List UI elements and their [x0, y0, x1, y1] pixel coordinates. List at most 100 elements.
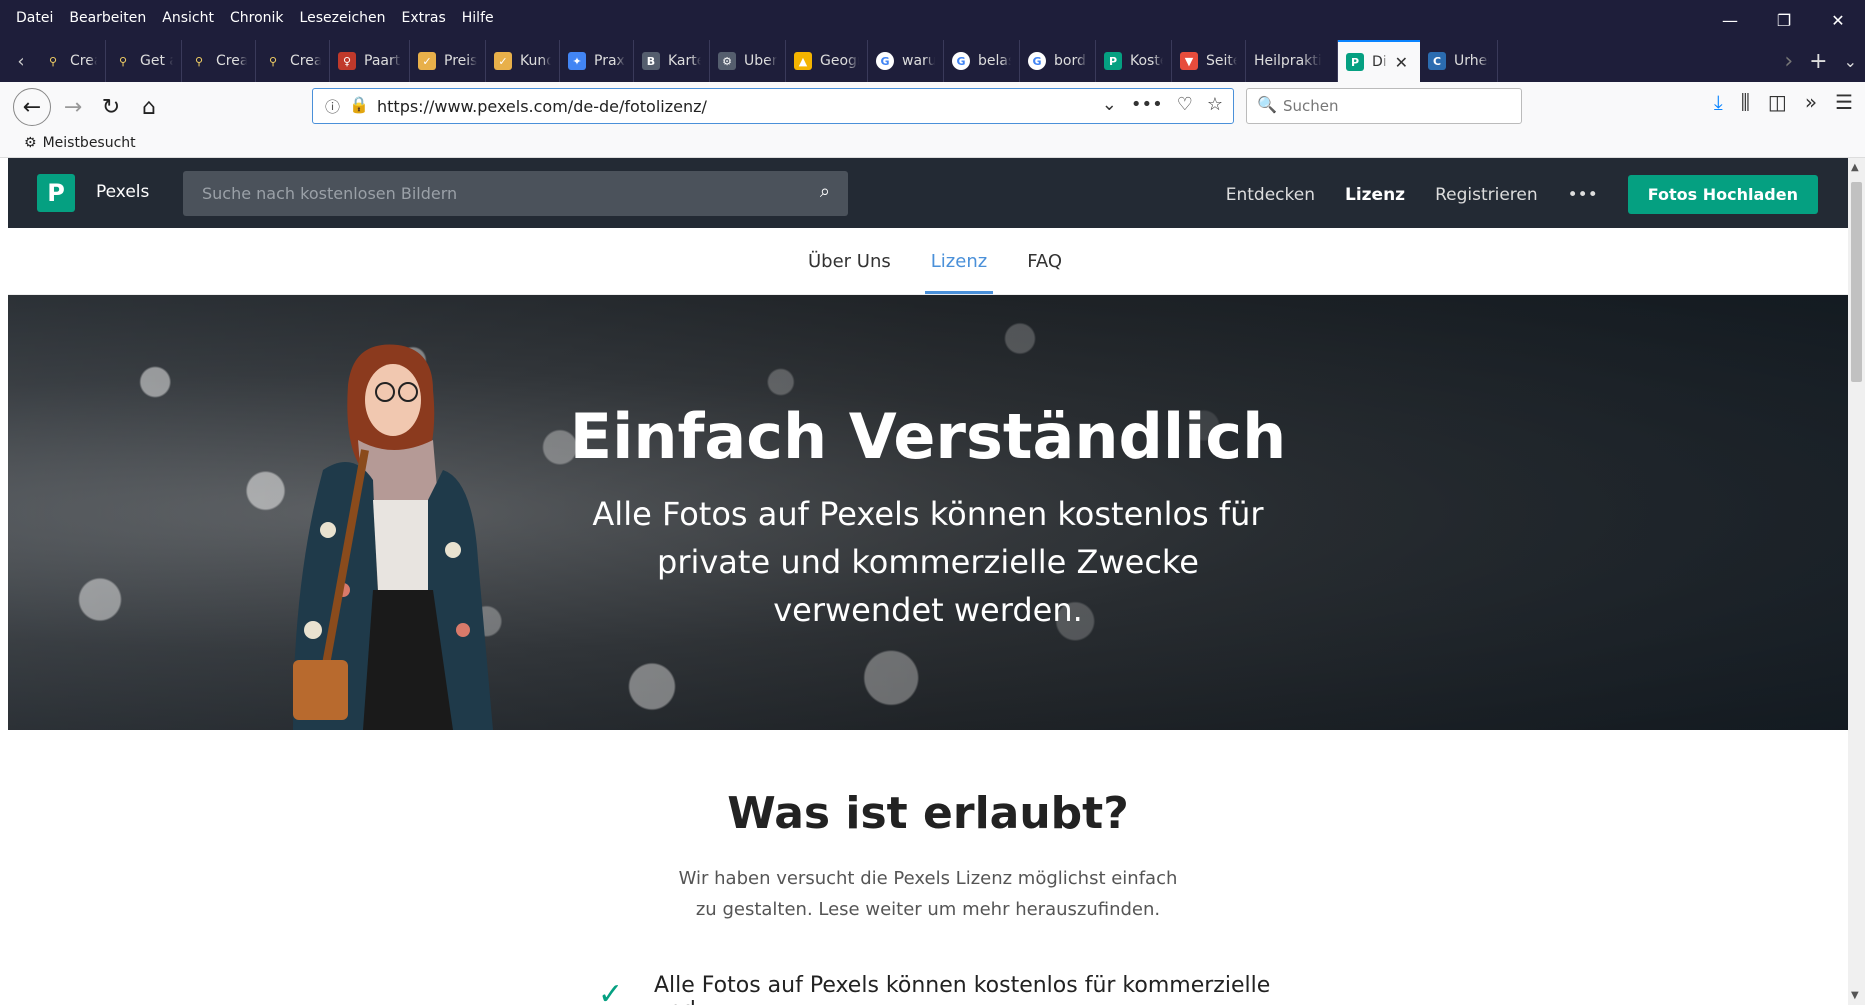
tab-title: Preise: [444, 53, 477, 69]
tab-9[interactable]: ⚙ Überb: [710, 40, 786, 82]
tab-title: Urheb: [1454, 53, 1489, 69]
check-square-icon: ✓: [418, 52, 436, 70]
portrait-icon: ♀: [338, 52, 356, 70]
close-tab-icon[interactable]: ✕: [1395, 53, 1408, 72]
tab-12[interactable]: Gbelast: [944, 40, 1020, 82]
menu-lesezeichen[interactable]: Lesezeichen: [300, 10, 386, 26]
sidebar-icon[interactable]: ◫: [1768, 90, 1787, 114]
hero-subtitle: Alle Fotos auf Pexels können kostenlos f…: [592, 495, 1264, 629]
tab-14[interactable]: P Koster: [1096, 40, 1172, 82]
nav-license[interactable]: Lizenz: [1345, 185, 1405, 205]
tab-title: Karte: [668, 53, 701, 69]
tab-0[interactable]: ⚲ Creati: [36, 40, 106, 82]
scrollbar-thumb[interactable]: [1851, 182, 1862, 382]
forward-icon[interactable]: →: [56, 90, 90, 124]
tab-11[interactable]: Gwarum: [868, 40, 944, 82]
download-icon[interactable]: ⤓: [1714, 90, 1723, 114]
menu-ansicht[interactable]: Ansicht: [162, 10, 214, 26]
tab-1[interactable]: ⚲ Get a: [106, 40, 182, 82]
tab-title: Paarth: [364, 53, 401, 69]
navigation-toolbar: ← → ↻ ⌂ ⓘ 🔒 https://www.pexels.com/de-de…: [0, 82, 1865, 132]
pexels-logo[interactable]: P: [37, 174, 75, 212]
tab-scroll-left-icon[interactable]: ‹: [8, 48, 34, 74]
tab-title: Di: [1372, 54, 1387, 70]
tab-18[interactable]: C Urheb: [1420, 40, 1498, 82]
tab-8[interactable]: B Karte: [634, 40, 710, 82]
nav-discover[interactable]: Entdecken: [1226, 185, 1315, 205]
tab-about[interactable]: Über Uns: [808, 251, 891, 272]
library-icon[interactable]: ⫼: [1741, 90, 1750, 114]
home-icon[interactable]: ⌂: [132, 90, 166, 124]
menu-hilfe[interactable]: Hilfe: [462, 10, 494, 26]
info-icon[interactable]: ⓘ: [325, 96, 340, 117]
tab-13[interactable]: Gborde: [1020, 40, 1096, 82]
gear-icon: ⚙: [24, 135, 37, 151]
tab-title: Koster: [1130, 53, 1163, 69]
bookmark-star-icon[interactable]: ☆: [1207, 94, 1223, 115]
tab-faq[interactable]: FAQ: [1027, 251, 1062, 272]
tab-15[interactable]: ▼ Seite: [1172, 40, 1246, 82]
tab-list-dropdown-icon[interactable]: ⌄: [1844, 52, 1857, 71]
tab-4[interactable]: ♀ Paarth: [330, 40, 410, 82]
page-scrollbar[interactable]: ▲ ▼: [1848, 158, 1865, 1005]
new-tab-icon[interactable]: +: [1809, 49, 1827, 74]
tab-3[interactable]: ⚲ Creati: [256, 40, 330, 82]
scroll-up-icon[interactable]: ▲: [1851, 162, 1859, 173]
tab-title: belast: [978, 53, 1011, 69]
tab-7[interactable]: ✦ Praxis: [560, 40, 634, 82]
bookmark-most-visited[interactable]: ⚙ Meistbesucht: [24, 135, 136, 151]
reload-icon[interactable]: ↻: [94, 90, 128, 124]
url-dropdown-icon[interactable]: ⌄: [1102, 94, 1117, 115]
maps-icon: ✦: [568, 52, 586, 70]
tab-scroll-right-icon[interactable]: ›: [1784, 49, 1793, 74]
menu-items: Datei Bearbeiten Ansicht Chronik Lesezei…: [16, 10, 494, 26]
tab-17[interactable]: P Di ✕: [1338, 40, 1420, 82]
hamburger-menu-icon[interactable]: ☰: [1835, 90, 1853, 114]
url-bar[interactable]: ⓘ 🔒 https://www.pexels.com/de-de/fotoliz…: [312, 88, 1234, 124]
minimize-icon[interactable]: —: [1703, 0, 1757, 40]
url-text[interactable]: https://www.pexels.com/de-de/fotolizenz/: [377, 97, 707, 116]
menu-bar: Datei Bearbeiten Ansicht Chronik Lesezei…: [0, 0, 1865, 40]
search-engine-icon: 🔍: [1257, 95, 1277, 114]
lock-icon[interactable]: 🔒: [349, 95, 369, 114]
google-icon: G: [952, 52, 970, 70]
back-icon[interactable]: ←: [13, 88, 51, 126]
site-search-input[interactable]: Suche nach kostenlosen Bildern ⌕: [183, 171, 848, 216]
menu-extras[interactable]: Extras: [402, 10, 446, 26]
toolbar-right: ⤓ ⫼ ◫ » ☰: [1714, 90, 1865, 114]
overflow-icon[interactable]: »: [1805, 90, 1817, 114]
close-window-icon[interactable]: ✕: [1811, 0, 1865, 40]
restore-icon[interactable]: ❐: [1757, 0, 1811, 40]
tab-2[interactable]: ⚲ Creati: [182, 40, 256, 82]
c-icon: C: [1428, 52, 1446, 70]
tab-5[interactable]: ✓ Preise: [410, 40, 486, 82]
tab-title: Seite: [1206, 53, 1237, 69]
google-icon: G: [1028, 52, 1046, 70]
menu-chronik[interactable]: Chronik: [230, 10, 284, 26]
tab-title: Creati: [70, 53, 97, 69]
hero-title: Einfach Verständlich: [569, 400, 1287, 473]
browser-window: Datei Bearbeiten Ansicht Chronik Lesezei…: [0, 0, 1865, 1005]
pocket-icon[interactable]: ♡: [1177, 94, 1193, 115]
search-icon[interactable]: ⌕: [820, 181, 830, 202]
tab-6[interactable]: ✓ Kunde: [486, 40, 560, 82]
brand-name[interactable]: Pexels: [96, 182, 149, 202]
tab-actions: › + ⌄: [1784, 40, 1857, 82]
more-icon[interactable]: •••: [1568, 185, 1598, 205]
upload-photos-button[interactable]: Fotos Hochladen: [1627, 175, 1818, 214]
page-actions-icon[interactable]: •••: [1131, 94, 1163, 115]
tab-title: Get a: [140, 53, 173, 69]
drive-icon: ▲: [794, 52, 812, 70]
tab-license[interactable]: Lizenz: [924, 251, 994, 294]
scroll-down-icon[interactable]: ▼: [1851, 990, 1859, 1001]
browser-search-bar[interactable]: 🔍 Suchen: [1246, 88, 1522, 124]
tab-16[interactable]: Heilprakti: [1246, 40, 1338, 82]
menu-datei[interactable]: Datei: [16, 10, 53, 26]
tab-10[interactable]: ▲ Geogr: [786, 40, 868, 82]
checkmark-icon: ✓: [598, 977, 624, 1005]
tab-title: warum: [902, 53, 935, 69]
map-pin-icon: ⚲: [264, 52, 282, 70]
nav-register[interactable]: Registrieren: [1435, 185, 1538, 205]
tab-title: borde: [1054, 53, 1087, 69]
menu-bearbeiten[interactable]: Bearbeiten: [69, 10, 146, 26]
